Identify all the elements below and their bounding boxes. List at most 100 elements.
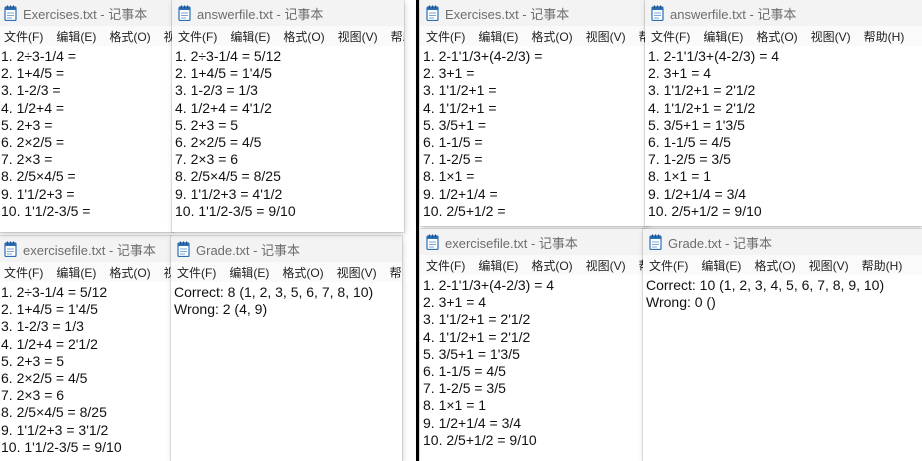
text-line: 5. 3/5+1 = 1'3/5 xyxy=(648,116,745,133)
text-line: 3. 1-2/3 = xyxy=(1,82,61,99)
text-line: 10. 1'1/2-3/5 = 9/10 xyxy=(175,202,296,219)
text-line: 8. 1×1 = xyxy=(423,168,475,185)
menu-view[interactable]: 视图(V) xyxy=(337,264,377,281)
notepad-icon xyxy=(426,5,439,21)
menu-edit[interactable]: 编辑(E) xyxy=(701,257,741,274)
text-line: 7. 1-2/5 = 3/5 xyxy=(648,151,731,168)
text-line: 9. 1/2+1/4 = xyxy=(423,185,498,202)
text-line: 9. 1'1/2+3 = 3'1/2 xyxy=(1,421,109,438)
text-line: 4. 1/2+4 = 2'1/2 xyxy=(1,335,98,352)
title-bar[interactable]: exercisefile.txt - 记事本 xyxy=(420,229,646,255)
menu-edit[interactable]: 编辑(E) xyxy=(56,264,96,281)
menu-format[interactable]: 格式(O) xyxy=(754,257,795,274)
notepad-icon xyxy=(649,234,662,250)
menu-edit[interactable]: 编辑(E) xyxy=(56,28,96,45)
text-line: 8. 2/5×4/5 = 8/25 xyxy=(1,404,107,421)
text-line: 10. 2/5+1/2 = xyxy=(423,202,506,219)
menu-format[interactable]: 格式(O) xyxy=(282,264,323,281)
text-editor-area[interactable]: Correct: 8 (1, 2, 3, 5, 6, 7, 8, 10) Wron… xyxy=(171,282,402,318)
menu-bar: 文件(F)编辑(E)格式(O)视图(V)帮助(H) xyxy=(0,262,171,282)
text-line: 6. 1-1/5 = 4/5 xyxy=(423,362,506,379)
menu-view[interactable]: 视图(V) xyxy=(338,28,378,45)
menu-file[interactable]: 文件(F) xyxy=(651,28,690,45)
title-bar[interactable]: Exercises.txt - 记事本 xyxy=(420,0,648,26)
text-editor-area[interactable]: 1. 2-1'1/3+(4-2/3) = 4 2. 3+1 = 4 3. 1'1/2… xyxy=(645,46,922,220)
text-line: 1. 2-1'1/3+(4-2/3) = xyxy=(423,48,543,64)
menu-view[interactable]: 视图(V) xyxy=(809,257,849,274)
title-bar[interactable]: answerfile.txt - 记事本 xyxy=(172,0,404,26)
menu-help[interactable]: 帮助(H) xyxy=(862,257,903,274)
text-line: 1. 2÷3-1/4 = 5/12 xyxy=(175,48,282,64)
text-line: 2. 1+4/5 = xyxy=(1,65,65,82)
menu-edit[interactable]: 编辑(E) xyxy=(478,28,518,45)
menu-help[interactable]: 帮助(H) xyxy=(391,28,404,45)
menu-edit[interactable]: 编辑(E) xyxy=(229,264,269,281)
menu-edit[interactable]: 编辑(E) xyxy=(703,28,743,45)
notepad-window-right-grade: Grade.txt - 记事本文件(F) 编辑(E) 格式(O) 视图(V) 帮助(H)… xyxy=(643,229,922,461)
window-title: exercisefile.txt - 记事本 xyxy=(23,242,156,258)
menu-bar: 文件(F)编辑(E)格式(O)视图(V)帮助(H) xyxy=(0,26,173,46)
menu-help[interactable]: 帮助(H) xyxy=(390,264,402,281)
menu-view[interactable]: 视图(V) xyxy=(164,264,171,281)
text-line: 4. 1'1/2+1 = 2'1/2 xyxy=(423,328,531,345)
text-line: 1. 2-1'1/3+(4-2/3) = 4 xyxy=(423,277,555,293)
title-bar[interactable]: answerfile.txt - 记事本 xyxy=(645,0,922,26)
text-line: 6. 2×2/5 = xyxy=(1,133,65,150)
text-line: 4. 1/2+4 = xyxy=(1,99,65,116)
text-line: 2. 3+1 = 4 xyxy=(648,65,712,82)
menu-bar: 文件(F) 编辑(E) 格式(O) 视图(V) 帮助(H) xyxy=(645,26,922,46)
menu-format[interactable]: 格式(O) xyxy=(109,28,150,45)
title-bar[interactable]: Exercises.txt - 记事本 xyxy=(0,0,173,26)
menu-view[interactable]: 视图(V) xyxy=(811,28,851,45)
text-line: 3. 1-2/3 = 1/3 xyxy=(1,318,84,335)
menu-format[interactable]: 格式(O) xyxy=(283,28,324,45)
menu-format[interactable]: 格式(O) xyxy=(531,28,572,45)
menu-file[interactable]: 文件(F) xyxy=(4,264,43,281)
text-line: 7. 2×3 = xyxy=(1,151,53,168)
text-line: Correct: 10 (1, 2, 3, 4, 5, 6, 7, 8, 9, … xyxy=(646,277,885,293)
text-line: 1. 2÷3-1/4 = 5/12 xyxy=(1,284,108,300)
menu-file[interactable]: 文件(F) xyxy=(178,28,217,45)
title-bar[interactable]: exercisefile.txt - 记事本 xyxy=(0,236,171,262)
text-line: 3. 1'1/2+1 = 2'1/2 xyxy=(648,82,756,99)
menu-edit[interactable]: 编辑(E) xyxy=(230,28,270,45)
text-line: 10. 1'1/2-3/5 = 9/10 xyxy=(1,438,122,455)
text-editor-area[interactable]: 1. 2-1'1/3+(4-2/3) = 2. 3+1 = 3. 1'1/2+1 =… xyxy=(420,46,648,220)
menu-file[interactable]: 文件(F) xyxy=(4,28,43,45)
text-line: 1. 2-1'1/3+(4-2/3) = 4 xyxy=(648,48,780,64)
menu-view[interactable]: 视图(V) xyxy=(586,28,626,45)
text-line: 10. 1'1/2-3/5 = xyxy=(1,202,91,219)
notepad-window-right-exercisefile: exercisefile.txt - 记事本文件(F) 编辑(E) 格式(O) 视图(… xyxy=(420,229,646,461)
text-editor-area[interactable]: Correct: 10 (1, 2, 3, 4, 5, 6, 7, 8, 9, … xyxy=(643,275,922,311)
title-bar[interactable]: Grade.txt - 记事本 xyxy=(171,236,402,262)
text-line: 10. 2/5+1/2 = 9/10 xyxy=(648,202,762,219)
text-editor-area[interactable]: 1. 2÷3-1/4 = 5/12 2. 1+4/5 = 1'4/5 3. 1-2/… xyxy=(172,46,404,220)
window-title: Grade.txt - 记事本 xyxy=(196,242,301,258)
menu-bar: 文件(F) 编辑(E) 格式(O) 视图(V) 帮助(H) xyxy=(171,262,402,282)
menu-file[interactable]: 文件(F) xyxy=(426,28,465,45)
menu-format[interactable]: 格式(O) xyxy=(756,28,797,45)
text-line: 3. 1'1/2+1 = xyxy=(423,82,497,99)
text-line: 2. 3+1 = xyxy=(423,65,475,82)
menu-edit[interactable]: 编辑(E) xyxy=(478,257,518,274)
text-editor-area[interactable]: 1. 2÷3-1/4 = 2. 1+4/5 = 3. 1-2/3 = 4. 1/2+4… xyxy=(0,46,173,220)
text-line: 9. 1/2+1/4 = 3/4 xyxy=(423,414,522,431)
text-line: 9. 1/2+1/4 = 3/4 xyxy=(648,185,747,202)
menu-help[interactable]: 帮助(H) xyxy=(864,28,905,45)
menu-view[interactable]: 视图(V) xyxy=(586,257,626,274)
menu-file[interactable]: 文件(F) xyxy=(426,257,465,274)
menu-format[interactable]: 格式(O) xyxy=(531,257,572,274)
menu-file[interactable]: 文件(F) xyxy=(649,257,688,274)
window-title: Grade.txt - 记事本 xyxy=(668,235,773,251)
text-line: 2. 1+4/5 = 1'4/5 xyxy=(175,65,272,82)
text-line: 4. 1'1/2+1 = 2'1/2 xyxy=(648,99,756,116)
menu-format[interactable]: 格式(O) xyxy=(109,264,150,281)
text-editor-area[interactable]: 1. 2-1'1/3+(4-2/3) = 4 2. 3+1 = 4 3. 1'1/2… xyxy=(420,275,646,449)
text-line: 9. 1'1/2+3 = 4'1/2 xyxy=(175,185,283,202)
notepad-icon xyxy=(426,234,439,250)
notepad-window-left-answerfile: answerfile.txt - 记事本文件(F) 编辑(E) 格式(O) 视图(V)… xyxy=(172,0,404,232)
title-bar[interactable]: Grade.txt - 记事本 xyxy=(643,229,922,255)
notepad-icon xyxy=(4,241,17,257)
menu-file[interactable]: 文件(F) xyxy=(177,264,216,281)
text-editor-area[interactable]: 1. 2÷3-1/4 = 5/12 2. 1+4/5 = 1'4/5 3. 1-2/… xyxy=(0,282,171,456)
